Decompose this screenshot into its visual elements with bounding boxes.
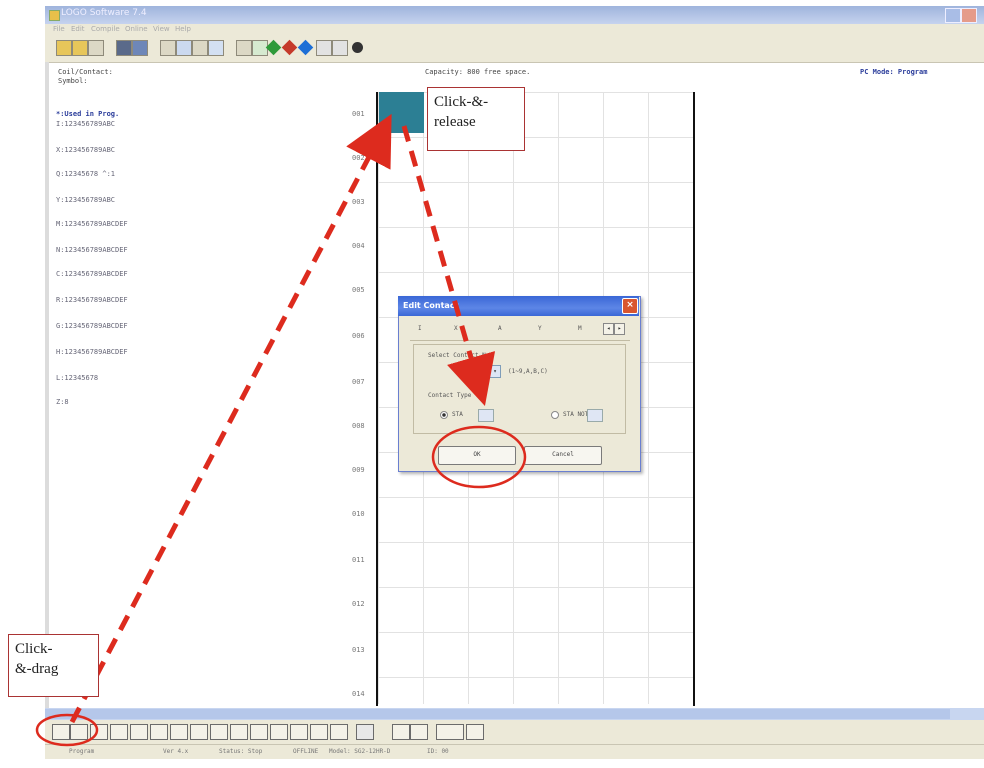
callout-line-1: Click-&- [434, 94, 489, 110]
callout-line-1: Click- [15, 641, 53, 657]
drag-arrow [69, 113, 392, 724]
callout-line-2: &-drag [15, 661, 59, 677]
callout-line-2: release [434, 114, 476, 130]
click-drag-callout: Click- &-drag [8, 634, 99, 697]
release-arrow [401, 125, 496, 407]
ok-circle [431, 425, 527, 489]
click-release-callout: Click-&- release [427, 87, 525, 151]
drag-circle [35, 713, 99, 747]
